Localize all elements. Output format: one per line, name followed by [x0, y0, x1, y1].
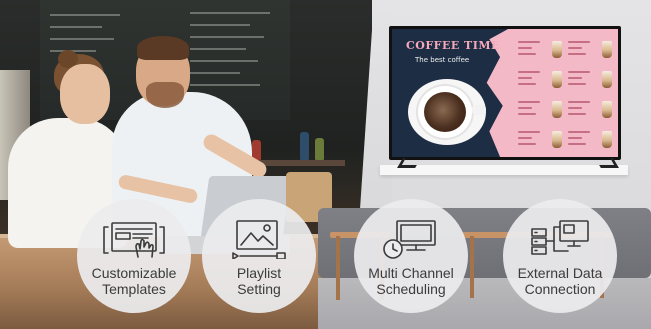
display-subtitle: The best coffee [415, 56, 470, 64]
feature-label: Multi Channel Scheduling [357, 265, 465, 297]
bottle [315, 138, 324, 160]
feature-playlist-setting: Playlist Setting [202, 199, 316, 313]
feature-label-line1: External Data [517, 265, 603, 281]
table-leg [470, 236, 474, 298]
cup-handle [472, 105, 486, 115]
promo-banner: COFFEE TIME The best coffee Customizable… [0, 0, 651, 329]
clock-monitor-icon [383, 220, 436, 259]
display-screen: COFFEE TIME The best coffee [392, 29, 618, 157]
feature-label-line2: Templates [102, 281, 166, 297]
playlist-image-icon [232, 220, 286, 259]
feature-label-line2: Scheduling [376, 281, 446, 297]
display-title: COFFEE TIME [406, 39, 500, 52]
template-hand-icon [103, 222, 165, 258]
bottle [300, 132, 309, 160]
feature-label: Customizable Templates [80, 265, 188, 297]
menu-panel [486, 29, 618, 157]
server-network-icon [531, 220, 589, 255]
man-hair [137, 36, 189, 60]
feature-label-line1: Customizable [91, 265, 177, 281]
feature-multi-channel-scheduling: Multi Channel Scheduling [354, 199, 468, 313]
man-beard [146, 82, 184, 108]
feature-label-line1: Playlist [236, 265, 282, 281]
menu-item [518, 129, 562, 151]
coffee [424, 92, 466, 132]
feature-label-line2: Connection [524, 281, 596, 297]
menu-item [518, 39, 562, 61]
woman-face [60, 64, 110, 124]
wall-shelf [380, 165, 628, 175]
menu-item [518, 69, 562, 91]
table-leg [336, 236, 340, 300]
feature-label-line1: Multi Channel [368, 265, 454, 281]
menu-item [568, 69, 612, 91]
menu-item [518, 99, 562, 121]
signage-display: COFFEE TIME The best coffee [389, 26, 621, 160]
feature-label: External Data Connection [506, 265, 614, 297]
menu-item [568, 99, 612, 121]
feature-external-data-connection: External Data Connection [503, 199, 617, 313]
feature-customizable-templates: Customizable Templates [77, 199, 191, 313]
feature-label-line2: Setting [237, 281, 281, 297]
menu-item [568, 39, 612, 61]
menu-item [568, 129, 612, 151]
feature-label: Playlist Setting [205, 265, 313, 297]
